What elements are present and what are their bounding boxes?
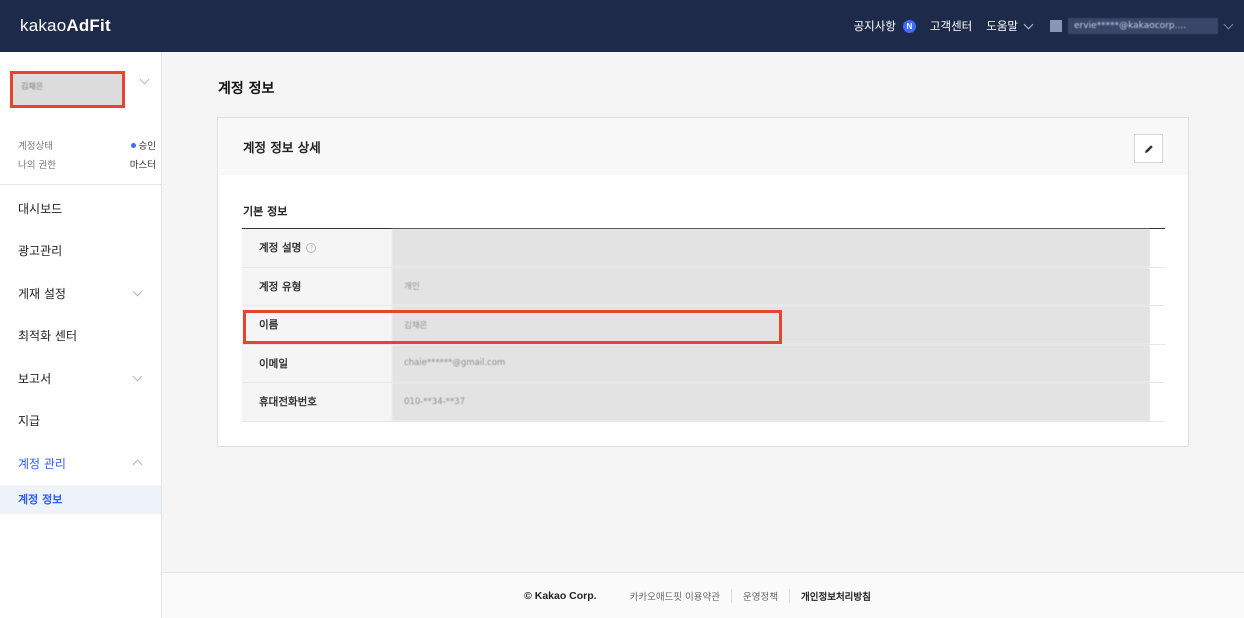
chevron-down-icon	[132, 371, 143, 382]
sidebar-subitem-account-info[interactable]: 계정 정보	[0, 484, 161, 514]
row-label: 휴대전화번호	[242, 383, 392, 421]
name-row-highlight	[243, 310, 782, 344]
chevron-down-icon	[1023, 19, 1034, 29]
page-title: 계정 정보	[218, 81, 275, 97]
sidebar-subitem-label: 계정 정보	[18, 493, 63, 506]
user-account-dropdown[interactable]: ervie*****@kakaocorp....	[1050, 18, 1234, 34]
phone-value: 010-**34-**37	[392, 383, 1150, 421]
sidebar-item-label: 게재 설정	[18, 286, 66, 301]
account-selector[interactable]: 김채은	[10, 71, 125, 108]
user-avatar-icon	[1050, 20, 1062, 32]
status-value: 승인	[138, 141, 156, 152]
top-right-menu: 공지사항 N 고객센터 도움말 ervie*****@kakaocorp....	[840, 0, 1234, 52]
sidebar-item-label: 지급	[18, 414, 41, 429]
footer: © Kakao Corp. 카카오애드핏 이용약관 운영정책 개인정보처리방침	[162, 572, 1244, 618]
chevron-down-icon[interactable]	[139, 74, 150, 85]
account-status: 계정상태 승인 나의 권한 마스터	[18, 138, 156, 176]
account-info-card: 계정 정보 상세 기본 정보 계정 설명? 계정 유형 개인 이름 김채은 이메…	[217, 117, 1189, 447]
table-row: 이메일 chaie******@gmail.com	[242, 344, 1165, 383]
terms-link[interactable]: 카카오애드핏 이용약관	[619, 589, 731, 603]
sidebar-item-optimization-center[interactable]: 최적화 센터	[0, 315, 161, 358]
privacy-policy-link[interactable]: 개인정보처리방침	[788, 588, 882, 603]
chevron-up-icon	[132, 459, 143, 470]
label-text: 계정 설명	[259, 242, 302, 255]
sidebar-item-label: 광고관리	[18, 244, 63, 259]
table-row: 계정 설명?	[242, 229, 1165, 268]
role-label: 나의 권한	[18, 160, 56, 171]
help-icon[interactable]: ?	[306, 242, 317, 253]
account-description-value	[392, 229, 1150, 267]
row-label: 이메일	[242, 344, 392, 382]
help-dropdown[interactable]: 도움말	[986, 18, 1034, 34]
section-title: 기본 정보	[243, 205, 288, 218]
top-navigation-bar: kakaoAdFit 공지사항 N 고객센터 도움말 ervie*****@ka…	[0, 0, 1244, 52]
status-dot-icon	[130, 143, 136, 148]
table-row: 휴대전화번호 010-**34-**37	[242, 383, 1165, 422]
support-link[interactable]: 고객센터	[930, 18, 972, 34]
account-type-value: 개인	[392, 267, 1150, 305]
logo-text-light: kakao	[20, 16, 67, 35]
row-label: 계정 유형	[242, 267, 392, 305]
sidebar-item-account-management[interactable]: 계정 관리	[0, 442, 161, 485]
sidebar-nav: 대시보드 광고관리 게재 설정 최적화 센터 보고서 지급 계정 관리 계정 정…	[0, 187, 161, 514]
account-name: 김채은	[21, 82, 44, 91]
sidebar-item-payment[interactable]: 지급	[0, 400, 161, 443]
sidebar: 김채은 계정상태 승인 나의 권한 마스터 대시보드 광고관리 게재 설정 최적…	[0, 52, 162, 618]
copyright: © Kakao Corp.	[524, 589, 597, 602]
sidebar-item-dashboard[interactable]: 대시보드	[0, 187, 161, 230]
sidebar-item-reports[interactable]: 보고서	[0, 357, 161, 400]
sidebar-item-label: 대시보드	[18, 201, 63, 216]
email-value: chaie******@gmail.com	[392, 344, 1150, 382]
role-value: 마스터	[129, 160, 156, 171]
chevron-down-icon	[1223, 19, 1234, 29]
row-label: 계정 설명?	[242, 229, 392, 267]
status-badge: 승인	[130, 138, 156, 152]
new-badge: N	[902, 19, 916, 33]
notice-link[interactable]: 공지사항 N	[854, 18, 916, 34]
user-email: ervie*****@kakaocorp....	[1068, 18, 1218, 34]
table-row: 계정 유형 개인	[242, 267, 1165, 306]
chevron-down-icon	[132, 286, 143, 297]
sidebar-item-label: 최적화 센터	[18, 329, 78, 344]
notice-label: 공지사항	[853, 19, 896, 33]
sidebar-item-label: 계정 관리	[18, 456, 66, 471]
edit-button[interactable]	[1134, 134, 1163, 163]
operation-policy-link[interactable]: 운영정책	[731, 588, 789, 603]
sidebar-item-label: 보고서	[18, 371, 52, 386]
support-label: 고객센터	[929, 19, 973, 33]
card-title: 계정 정보 상세	[243, 140, 321, 155]
help-label: 도움말	[986, 19, 1018, 33]
sidebar-item-placement-settings[interactable]: 게재 설정	[0, 272, 161, 315]
kakao-adfit-logo[interactable]: kakaoAdFit	[20, 16, 111, 36]
card-header: 계정 정보 상세	[218, 118, 1188, 175]
sidebar-divider	[0, 184, 161, 185]
logo-text-bold: AdFit	[66, 16, 111, 35]
sidebar-item-ad-management[interactable]: 광고관리	[0, 230, 161, 273]
pencil-icon	[1144, 144, 1153, 153]
status-label: 계정상태	[18, 141, 53, 152]
